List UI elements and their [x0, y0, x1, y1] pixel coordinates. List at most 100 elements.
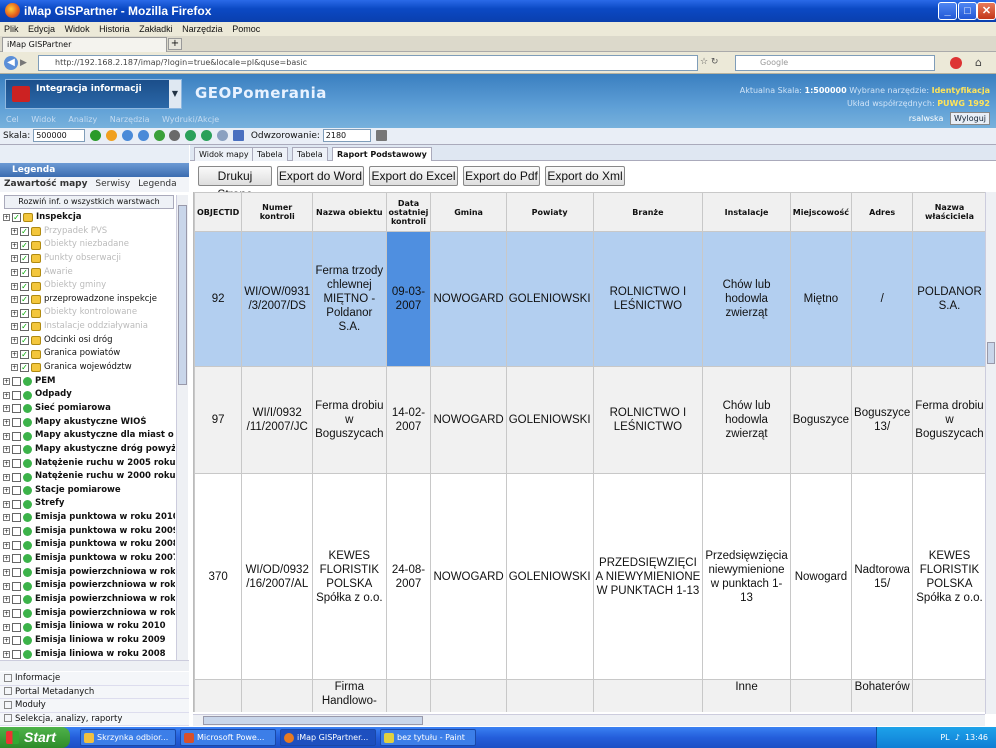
menu-widok[interactable]: Widok — [65, 24, 90, 34]
layer-item[interactable]: + ✓ Awarie — [0, 266, 175, 280]
layer-item[interactable]: + Sieć pomiarowa — [0, 402, 175, 416]
task-powerpoint[interactable]: Microsoft Powe... — [180, 729, 276, 746]
panel-selekcja[interactable]: Selekcja, analizy, raporty — [0, 713, 189, 726]
table-row[interactable]: Firma Handlowo- Inne Bohaterów — [194, 679, 985, 712]
layer-checkbox[interactable]: ✓ — [12, 213, 21, 223]
expand-icon[interactable]: + — [11, 255, 18, 263]
layer-checkbox[interactable]: ✓ — [20, 281, 29, 291]
expand-icon[interactable]: + — [3, 473, 10, 481]
expand-icon[interactable]: + — [11, 282, 18, 290]
zoom-in-icon[interactable] — [121, 130, 133, 141]
grid-icon[interactable] — [375, 130, 387, 141]
header-link-analizy[interactable]: Analizy — [68, 115, 97, 124]
layer-checkbox[interactable] — [12, 595, 21, 605]
layer-checkbox[interactable]: ✓ — [20, 308, 29, 318]
expand-icon[interactable]: + — [3, 500, 10, 508]
menu-plik[interactable]: Plik — [4, 24, 19, 34]
scroll-thumb[interactable] — [987, 342, 995, 364]
column-header[interactable]: Adres — [851, 192, 914, 232]
minimize-button[interactable]: _ — [938, 2, 957, 20]
layer-item[interactable]: + Emisja punktowa w roku 2010 — [0, 511, 175, 525]
header-link-wydruki[interactable]: Wydruki/Akcje — [162, 115, 219, 124]
layer-checkbox[interactable]: ✓ — [20, 254, 29, 264]
layer-item[interactable]: + Strefy — [0, 497, 175, 511]
info-icon[interactable] — [90, 130, 102, 141]
select-icon[interactable] — [232, 130, 244, 141]
layer-checkbox[interactable] — [12, 417, 21, 427]
expand-icon[interactable]: + — [3, 214, 10, 222]
layer-item[interactable]: + ✓ Inspekcja — [0, 211, 175, 225]
home-icon[interactable]: ⌂ — [975, 56, 982, 69]
layer-tree-scrollbar[interactable] — [176, 195, 188, 665]
tab-zawartosc[interactable]: Zawartość mapy — [4, 179, 88, 189]
projection-select[interactable]: 2180 — [322, 129, 371, 142]
tab-widok-mapy[interactable]: Widok mapy — [194, 147, 254, 161]
layer-checkbox[interactable] — [12, 499, 21, 509]
layer-item[interactable]: + Natężenie ruchu w 2005 roku — [0, 457, 175, 471]
layer-item[interactable]: + Stacje pomiarowe — [0, 484, 175, 498]
task-outlook[interactable]: Skrzynka odbior... — [80, 729, 176, 746]
layer-item[interactable]: + ✓ Granica powiatów — [0, 347, 175, 361]
expand-icon[interactable]: + — [3, 446, 10, 454]
export-excel-button[interactable]: Export do Excel — [369, 166, 458, 186]
expand-icon[interactable]: + — [11, 350, 18, 358]
task-firefox[interactable]: iMap GISPartner... — [280, 729, 376, 746]
expand-icon[interactable]: + — [3, 596, 10, 604]
scroll-thumb[interactable] — [203, 716, 423, 725]
tab-serwisy[interactable]: Serwisy — [95, 179, 130, 189]
volume-icon[interactable]: ♪ — [955, 733, 960, 742]
layer-checkbox[interactable] — [12, 581, 21, 591]
menu-zakladki[interactable]: Zakładki — [139, 24, 173, 34]
column-header[interactable]: Nazwa właściciela — [912, 192, 985, 232]
column-header[interactable]: Instalacje — [702, 192, 791, 232]
expand-icon[interactable]: + — [11, 268, 18, 276]
layer-checkbox[interactable]: ✓ — [20, 363, 29, 373]
column-header[interactable]: Miejscowość — [789, 192, 853, 232]
expand-icon[interactable]: + — [11, 309, 18, 317]
expand-icon[interactable]: + — [3, 514, 10, 522]
close-button[interactable]: ✕ — [977, 2, 996, 20]
layer-item[interactable]: + Mapy akustyczne dla miast o lic — [0, 429, 175, 443]
layer-item[interactable]: + Emisja liniowa w roku 2010 — [0, 620, 175, 634]
chevron-down-icon[interactable]: ▼ — [169, 80, 181, 108]
logout-button[interactable]: Wyloguj — [950, 112, 990, 125]
layer-checkbox[interactable] — [12, 404, 21, 414]
expand-icon[interactable]: + — [11, 364, 18, 372]
new-tab-button[interactable]: + — [168, 38, 182, 50]
menu-edycja[interactable]: Edycja — [28, 24, 55, 34]
refresh-icon[interactable] — [185, 130, 197, 141]
expand-icon[interactable]: + — [3, 541, 10, 549]
layer-item[interactable]: + Mapy akustyczne WIOŚ — [0, 416, 175, 430]
layer-item[interactable]: + ✓ Odcinki osi dróg — [0, 334, 175, 348]
expand-icon[interactable]: + — [11, 227, 18, 235]
layer-checkbox[interactable]: ✓ — [20, 226, 29, 236]
start-button[interactable]: Start — [0, 727, 70, 748]
module-selector[interactable]: Integracja informacji ▼ — [5, 79, 182, 109]
panel-portal[interactable]: Portal Metadanych — [0, 686, 189, 699]
expand-icon[interactable]: + — [3, 582, 10, 590]
expand-icon[interactable]: + — [3, 637, 10, 645]
table-row[interactable]: 370 WI/OD/0932 /16/2007/AL KEWES FLORISTIK… — [194, 473, 985, 680]
layer-checkbox[interactable] — [12, 431, 21, 441]
globe-icon[interactable] — [153, 130, 165, 141]
table-row[interactable]: 97 WI/I/0932 /11/2007/JC Ferma drobiu w Bo… — [194, 366, 985, 474]
layer-checkbox[interactable] — [12, 527, 21, 537]
layer-item[interactable]: + ✓ Obiekty kontrolowane — [0, 306, 175, 320]
header-link-narzedzia[interactable]: Narzędzia — [110, 115, 150, 124]
scroll-thumb[interactable] — [178, 205, 187, 385]
addon-icon[interactable] — [950, 57, 962, 69]
expand-icon[interactable]: + — [11, 337, 18, 345]
layer-checkbox[interactable] — [12, 540, 21, 550]
column-header[interactable]: Gmina — [430, 192, 507, 232]
language-indicator[interactable]: PL — [940, 733, 949, 742]
expand-all-button[interactable]: Rozwiń inf. o wszystkich warstwach — [4, 195, 174, 209]
layer-item[interactable]: + Emisja liniowa w roku 2009 — [0, 634, 175, 648]
export-xml-button[interactable]: Export do Xml — [545, 166, 625, 186]
layer-checkbox[interactable] — [12, 458, 21, 468]
forward-icon[interactable]: ▶ — [20, 58, 30, 68]
layer-item[interactable]: + Mapy akustyczne dróg powyżej — [0, 443, 175, 457]
tab-tabela-2[interactable]: Tabela — [292, 147, 328, 161]
layer-tree-hscroll[interactable] — [0, 660, 189, 671]
expand-icon[interactable]: + — [11, 241, 18, 249]
column-header[interactable]: OBJECTID — [194, 192, 243, 232]
